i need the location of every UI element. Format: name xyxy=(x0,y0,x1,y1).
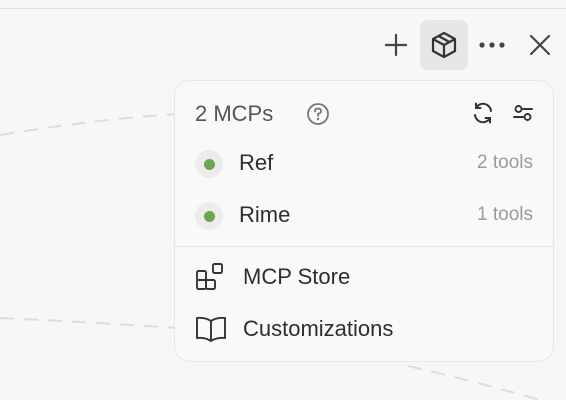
more-horizontal-icon xyxy=(479,42,505,48)
store-icon xyxy=(196,263,223,290)
mcp-panel: 2 MCPs Ref 2 tools Rime 1 tools MCP Stor… xyxy=(174,80,554,362)
close-icon xyxy=(529,34,551,56)
divider xyxy=(175,246,553,247)
mcp-tools-count: 1 tools xyxy=(477,204,533,225)
status-dot xyxy=(203,210,215,222)
panel-header: 2 MCPs xyxy=(195,97,535,131)
refresh-icon[interactable] xyxy=(471,101,495,125)
help-icon[interactable] xyxy=(306,102,330,126)
mcp-item-ref[interactable]: Ref 2 tools xyxy=(195,145,533,181)
panel-title: 2 MCPs xyxy=(195,101,274,126)
mcp-name: Rime xyxy=(239,202,291,227)
mcp-store-menu-item[interactable]: MCP Store xyxy=(195,259,533,295)
cube-icon xyxy=(431,31,457,59)
status-dot xyxy=(203,158,215,170)
menu-label: Customizations xyxy=(243,316,394,341)
mcp-button[interactable] xyxy=(420,20,468,70)
mcp-tools-count: 2 tools xyxy=(477,152,533,173)
status-indicator xyxy=(195,150,223,178)
customizations-menu-item[interactable]: Customizations xyxy=(195,311,533,347)
mcp-item-rime[interactable]: Rime 1 tools xyxy=(195,197,533,233)
status-indicator xyxy=(195,202,223,230)
settings-sliders-icon[interactable] xyxy=(511,101,535,125)
more-button[interactable] xyxy=(468,20,516,70)
plus-icon xyxy=(384,33,408,57)
close-button[interactable] xyxy=(516,20,564,70)
menu-label: MCP Store xyxy=(243,264,351,289)
book-icon xyxy=(196,316,226,342)
add-button[interactable] xyxy=(372,20,420,70)
mcp-name: Ref xyxy=(239,150,274,175)
